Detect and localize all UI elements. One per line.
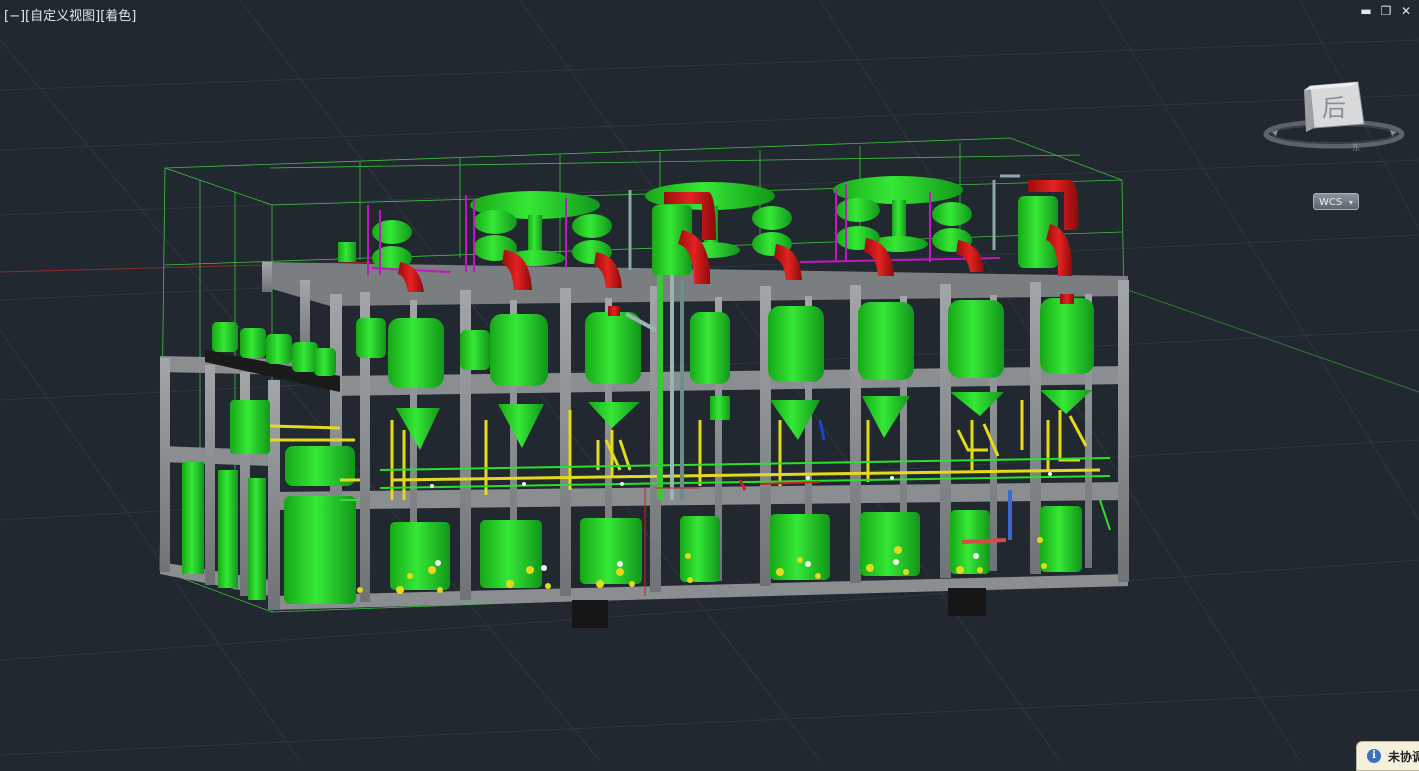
wcs-menu-button[interactable]: WCS ▾ <box>1313 193 1359 210</box>
viewport-label: [−][自定义视图][着色] <box>4 5 136 24</box>
viewcube[interactable]: 后 东 <box>1262 72 1407 154</box>
notification-text: 未协调 <box>1388 749 1419 764</box>
compass-direction: 东 <box>1352 142 1360 152</box>
visual-style-menu[interactable]: [着色] <box>100 9 136 24</box>
close-icon[interactable]: ✕ <box>1399 4 1413 18</box>
view-menu[interactable]: [自定义视图] <box>25 9 100 24</box>
scene-drawing[interactable] <box>0 0 1419 761</box>
model-viewport[interactable] <box>0 0 1419 761</box>
viewport-window-controls: ▬ ❐ ✕ <box>1359 4 1413 18</box>
notification-balloon[interactable]: i 未协调 <box>1356 741 1419 771</box>
viewport-controls-menu[interactable]: [−] <box>4 9 25 24</box>
viewcube-face-label: 后 <box>1322 94 1346 122</box>
chevron-down-icon: ▾ <box>1348 198 1353 207</box>
restore-icon[interactable]: ❐ <box>1379 4 1393 18</box>
minimize-icon[interactable]: ▬ <box>1359 4 1373 18</box>
wcs-label: WCS <box>1319 197 1343 208</box>
